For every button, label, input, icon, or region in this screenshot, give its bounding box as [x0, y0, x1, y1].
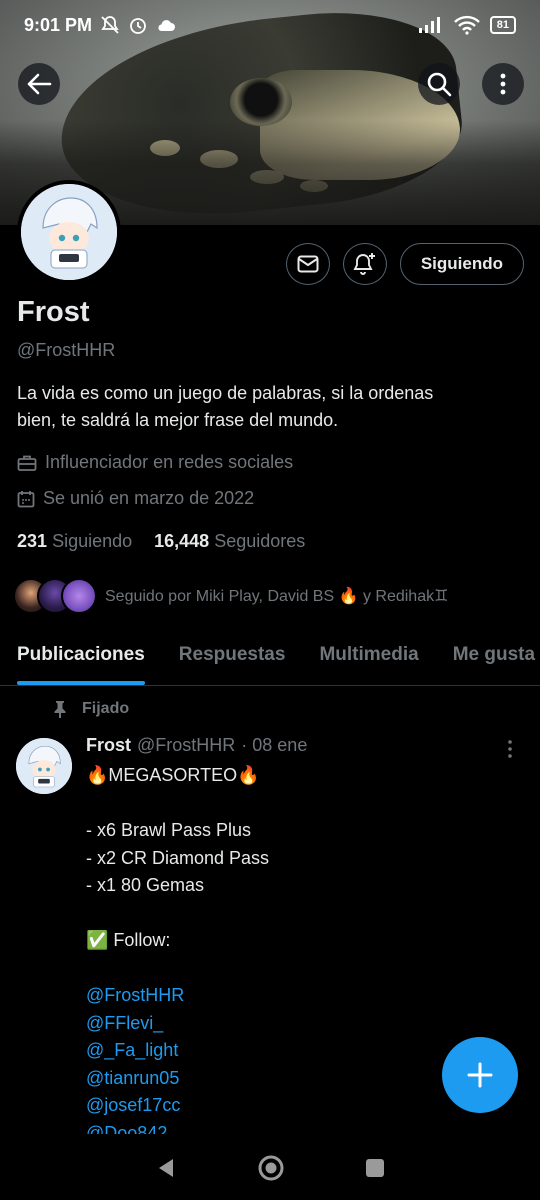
- wifi-icon: [453, 15, 480, 35]
- system-nav-bar: [0, 1135, 540, 1200]
- pin-icon: [54, 701, 66, 718]
- profile-avatar[interactable]: [17, 180, 121, 284]
- tweet-line: ✅ Follow:: [86, 930, 171, 950]
- pinned-indicator: Fijado: [52, 700, 129, 718]
- search-button[interactable]: [418, 63, 460, 105]
- avatar: [61, 578, 97, 614]
- mention-link[interactable]: @Doo842: [86, 1120, 506, 1135]
- battery-indicator: 81: [489, 16, 516, 34]
- profile-bio: La vida es como un juego de palabras, si…: [17, 380, 517, 434]
- tweet-header: Frost @FrostHHR · 08 ene: [86, 735, 307, 756]
- status-bar: 9:01 PM 81: [0, 0, 540, 50]
- tweet-line: [86, 900, 506, 928]
- tweet-more-button[interactable]: [502, 738, 518, 760]
- bio-line: La vida es como un juego de palabras, si…: [17, 383, 434, 403]
- following-button[interactable]: Siguiendo: [399, 243, 524, 285]
- briefcase-icon: [17, 455, 37, 471]
- tweet-line: [86, 790, 506, 818]
- tab-publicaciones[interactable]: Publicaciones: [0, 632, 162, 685]
- mention-link[interactable]: @FFlevi_: [86, 1010, 506, 1038]
- search-icon: [427, 72, 452, 97]
- joined-text: Se unió en marzo de 2022: [43, 488, 255, 508]
- tweet-line: - x2 CR Diamond Pass: [86, 847, 270, 868]
- followers-count-link[interactable]: 16,448 Seguidores: [154, 531, 305, 552]
- mail-icon: [297, 255, 319, 273]
- followers-count: 16,448: [154, 531, 210, 551]
- nav-back-icon[interactable]: [155, 1157, 177, 1179]
- profile-actions: Siguiendo: [285, 243, 524, 285]
- nav-home-icon[interactable]: [257, 1154, 285, 1182]
- cloud-icon: [158, 20, 176, 31]
- message-button[interactable]: [285, 243, 330, 285]
- avatar-illustration: [21, 184, 117, 280]
- pinned-label: Fijado: [82, 700, 130, 717]
- followed-by[interactable]: Seguido por Miki Play, David BS 🔥 y Redi…: [13, 578, 448, 614]
- tweet-author-name[interactable]: Frost: [86, 735, 131, 756]
- followed-by-text: Seguido por Miki Play, David BS 🔥 y Redi…: [105, 588, 449, 605]
- back-arrow-icon: [27, 73, 52, 95]
- tab-respuestas[interactable]: Respuestas: [162, 632, 303, 685]
- tab-multimedia[interactable]: Multimedia: [302, 632, 435, 685]
- tweet-author-handle: @FrostHHR: [137, 735, 236, 755]
- back-button[interactable]: [18, 63, 60, 105]
- following-count-link[interactable]: 231 Siguiendo: [17, 531, 132, 552]
- tab-me-gusta[interactable]: Me gusta: [436, 632, 540, 685]
- tweet-avatar[interactable]: [16, 738, 72, 794]
- following-count: 231: [17, 531, 48, 551]
- mention-link[interactable]: @FrostHHR: [86, 982, 506, 1010]
- profile-joined: Se unió en marzo de 2022: [17, 488, 254, 509]
- alarm-icon: [130, 18, 146, 34]
- status-time: 9:01 PM: [24, 14, 93, 35]
- tweet-line: 🔥MEGASORTEO🔥: [86, 765, 260, 785]
- followed-by-avatars: [13, 578, 97, 614]
- signal-icon: [418, 17, 440, 33]
- more-button[interactable]: [482, 63, 524, 105]
- profile-category: Influenciador en redes sociales: [17, 452, 293, 473]
- mute-bell-icon: [101, 16, 119, 34]
- compose-button[interactable]: [442, 1037, 518, 1113]
- more-vertical-icon: [508, 740, 512, 758]
- plus-icon: [467, 1062, 493, 1088]
- profile-handle: @FrostHHR: [17, 340, 116, 360]
- following-label: Siguiendo: [52, 531, 133, 551]
- follow-counts: 231 Siguiendo 16,448 Seguidores: [17, 531, 305, 552]
- tweet-line: [86, 955, 506, 983]
- calendar-icon: [17, 490, 35, 507]
- notify-button[interactable]: [342, 243, 387, 285]
- avatar-illustration: [16, 738, 72, 794]
- profile-tabs: Publicaciones Respuestas Multimedia Me g…: [0, 632, 540, 686]
- mention-link[interactable]: @josef17cc: [86, 1092, 506, 1120]
- bell-plus-icon: [353, 253, 375, 275]
- nav-recents-icon[interactable]: [365, 1158, 385, 1178]
- avatar-image: [21, 184, 117, 280]
- more-vertical-icon: [500, 73, 506, 95]
- tweet-line: - x6 Brawl Pass Plus: [86, 820, 252, 840]
- followers-label: Seguidores: [214, 531, 306, 551]
- tweet-date[interactable]: · 08 ene: [241, 735, 307, 756]
- bio-line: bien, te saldrá la mejor frase del mundo…: [17, 410, 339, 430]
- tweet-line: - x1 80 Gemas: [86, 875, 205, 895]
- category-text: Influenciador en redes sociales: [45, 452, 294, 472]
- profile-name: Frost: [17, 296, 90, 328]
- banner-eye-shape: [230, 78, 292, 126]
- mention-link[interactable]: @_Fa_light: [86, 1037, 506, 1065]
